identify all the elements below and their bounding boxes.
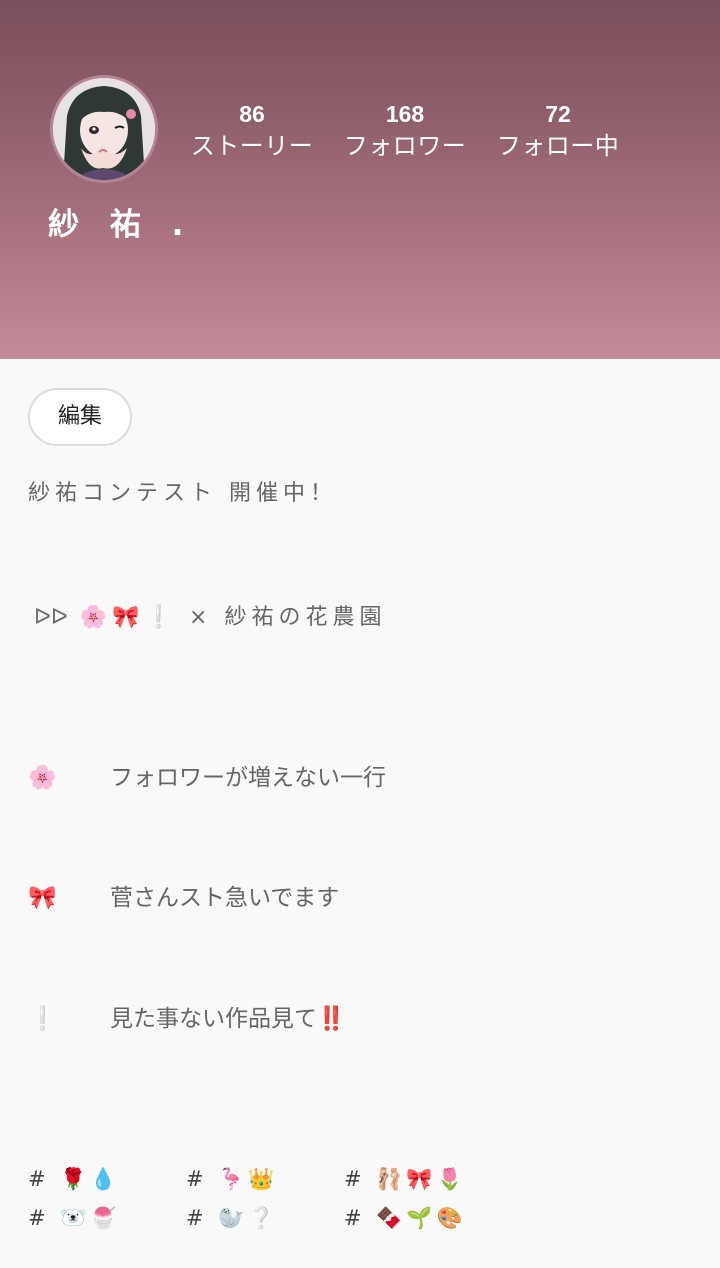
username: 紗 祐 . xyxy=(48,207,194,243)
hashtag: # 🩰🎀🌷 xyxy=(344,1167,467,1191)
bio-row-text: フォロワーが増えない一行 xyxy=(110,765,386,791)
edit-button[interactable]: 編集 xyxy=(28,388,132,446)
bio-flower-farm-line: ᐅᐅ 🌸🎀❕ × 紗祐の花農園 xyxy=(34,601,386,635)
bio-flower-farm-emoji: 🌸🎀❕ xyxy=(79,605,178,630)
fast-forward-icon: ᐅᐅ xyxy=(34,605,68,630)
hashtag: # 🌹💧 xyxy=(28,1167,121,1191)
exclamation-icon: ❕ xyxy=(28,1006,57,1032)
stories-count: 86 xyxy=(239,101,265,127)
followers-count: 168 xyxy=(385,101,425,127)
stories-label: ストーリー xyxy=(190,132,314,160)
hashtag: # 🍫🌱🎨 xyxy=(344,1206,467,1230)
hashtag: # 🦩👑 xyxy=(186,1167,279,1191)
hashtag: # 🐻‍❄️🍧 xyxy=(28,1206,121,1230)
hashtag: # 🦭❔ xyxy=(186,1206,279,1230)
following-label: フォロー中 xyxy=(496,132,620,160)
stat-followers[interactable]: 168 フォロワー xyxy=(325,100,485,164)
bio-row-text: 見た事ない作品見て‼️ xyxy=(110,1006,346,1032)
following-count: 72 xyxy=(545,101,571,127)
followers-label: フォロワー xyxy=(343,132,467,160)
bio-flower-farm-text: × 紗祐の花農園 xyxy=(189,605,387,630)
ribbon-icon: 🎀 xyxy=(28,885,57,911)
profile-header: 86 ストーリー 168 フォロワー 72 フォロー中 紗 祐 . xyxy=(0,0,720,359)
cherry-blossom-icon: 🌸 xyxy=(28,765,57,791)
bio-headline: 紗祐コンテスト 開催中！ xyxy=(28,481,337,506)
stat-stories[interactable]: 86 ストーリー xyxy=(172,100,332,164)
bio-row-text: 菅さんスト急いでます xyxy=(110,885,340,911)
avatar[interactable] xyxy=(50,75,158,183)
avatar-image xyxy=(53,78,155,180)
stat-following[interactable]: 72 フォロー中 xyxy=(478,100,638,164)
